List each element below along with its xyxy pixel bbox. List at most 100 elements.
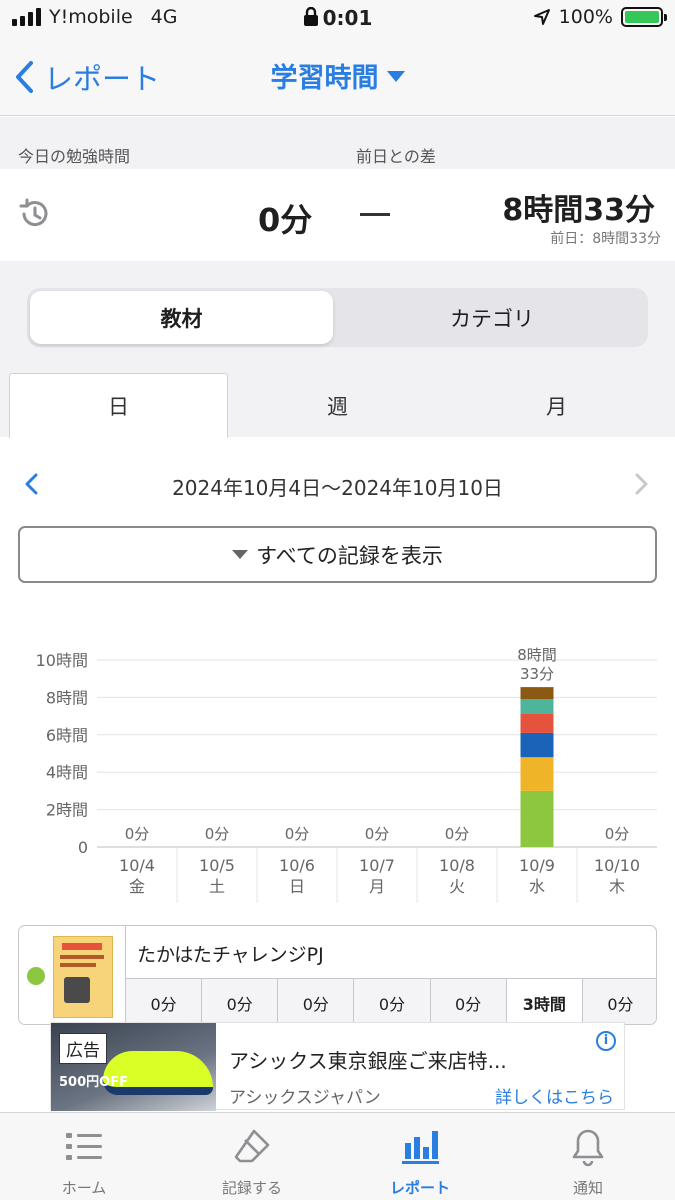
lock-icon <box>303 6 318 26</box>
y-tick-label: 8時間 <box>46 688 88 707</box>
bar-segment <box>520 790 554 847</box>
material-color-dot <box>27 967 45 985</box>
bar-total-label: 0分 <box>205 825 230 843</box>
x-tick-label: 10/4 <box>119 856 155 875</box>
segment-category[interactable]: カテゴリ <box>339 291 645 344</box>
bar-segment <box>520 699 554 714</box>
eraser-icon <box>234 1129 270 1163</box>
segment-material[interactable]: 教材 <box>30 291 333 344</box>
dash-divider <box>360 213 390 216</box>
tab-record[interactable]: 記録する <box>168 1113 336 1200</box>
x-tick-label: 10/5 <box>199 856 235 875</box>
bell-icon <box>572 1129 604 1167</box>
x-tick-label: 10/9 <box>519 856 555 875</box>
tab-home-label: ホーム <box>61 1179 107 1197</box>
period-tabs: 日 週 月 <box>0 373 675 438</box>
weekday-label: 水 <box>529 877 545 896</box>
weekday-label: 土 <box>209 877 225 896</box>
bar-total-label: 0分 <box>605 825 630 843</box>
history-clock-icon <box>19 198 48 227</box>
bar-total-label: 0分 <box>445 825 470 843</box>
list-icon <box>66 1133 102 1160</box>
ad-banner[interactable]: 広告 500円OFF アシックス東京銀座ご来店特... アシックスジャパン 詳し… <box>50 1022 625 1111</box>
show-all-label: すべての記録を表示 <box>256 543 443 568</box>
material-daily-grid: 0分 0分 0分 0分 0分 3時間 0分 <box>126 978 656 1024</box>
next-range-button[interactable] <box>633 473 651 495</box>
tab-week[interactable]: 週 <box>228 373 447 438</box>
material-thumbnail <box>53 936 113 1018</box>
tab-record-label: 記録する <box>221 1179 282 1197</box>
ad-promo: 500円OFF <box>59 1075 128 1090</box>
ad-sponsor: アシックスジャパン <box>229 1088 381 1108</box>
tab-report-label: レポート <box>389 1179 450 1197</box>
battery-icon <box>621 7 667 27</box>
tab-notifications-label: 通知 <box>572 1179 603 1197</box>
bar-total-label: 0分 <box>125 825 150 843</box>
bar-segment <box>520 757 554 791</box>
weekday-label: 木 <box>609 877 625 896</box>
diff-label: 前日との差 <box>356 147 436 166</box>
metric-selector[interactable]: 学習時間 <box>0 56 675 95</box>
today-label: 今日の勉強時間 <box>18 147 131 166</box>
date-range: 2024年10月4日〜2024年10月10日 <box>172 476 503 500</box>
bar-chart-icon <box>402 1131 439 1164</box>
daily-cell: 3時間 <box>506 979 583 1024</box>
clock-time: 0:01 <box>322 6 373 30</box>
nav-bar: レポート 学習時間 <box>0 36 675 116</box>
daily-cell: 0分 <box>278 979 355 1024</box>
ad-tag: 広告 <box>59 1033 107 1064</box>
x-tick-label: 10/8 <box>439 856 475 875</box>
daily-cell: 0分 <box>582 979 656 1024</box>
bar-total-label: 8時間 <box>517 646 557 664</box>
chart-svg: 0 2時間 4時間 6時間 8時間 10時間 0分 10/4 金 0分 10/5 土 0分 10/6 日 0分… <box>36 646 657 903</box>
summary-row: 0分 8時間33分 前日：8時間33分 <box>0 169 675 261</box>
x-tick-label: 10/6 <box>279 856 315 875</box>
tab-day[interactable]: 日 <box>9 373 228 438</box>
weekday-label: 月 <box>369 877 385 896</box>
caret-down-icon <box>386 71 405 82</box>
location-arrow-icon <box>533 9 550 25</box>
diff-value: 8時間33分 <box>502 193 655 228</box>
battery-percent: 100% <box>558 6 613 28</box>
study-time-chart: 0 2時間 4時間 6時間 8時間 10時間 0分 10/4 金 0分 10/5 土 0分 10/6 日 0分… <box>0 620 675 910</box>
x-tick-label: 10/10 <box>594 856 640 875</box>
bar-total-label: 0分 <box>365 825 390 843</box>
bar-total-label: 33分 <box>520 665 554 683</box>
y-tick-label: 10時間 <box>36 651 88 670</box>
today-study-time: 0分 <box>258 201 313 239</box>
y-tick-label: 0 <box>78 838 88 857</box>
summary-header: 今日の勉強時間 前日との差 <box>0 117 675 169</box>
ad-details-link[interactable]: 詳しくはこちら <box>495 1083 614 1108</box>
y-tick-label: 6時間 <box>46 726 88 745</box>
weekday-label: 金 <box>129 877 145 896</box>
material-title: たかはたチャレンジPJ <box>137 944 324 966</box>
tab-home[interactable]: ホーム <box>0 1113 168 1200</box>
tab-notifications[interactable]: 通知 <box>504 1113 672 1200</box>
y-tick-label: 4時間 <box>46 763 88 782</box>
y-tick-label: 2時間 <box>46 801 88 820</box>
tab-bar: ホーム 記録する レポート 通知 <box>0 1112 675 1200</box>
daily-cell: 0分 <box>126 979 203 1024</box>
daily-cell: 0分 <box>430 979 507 1024</box>
daily-cell: 0分 <box>354 979 431 1024</box>
bar-segment <box>520 687 554 700</box>
triangle-down-icon <box>232 550 249 559</box>
info-icon[interactable]: i <box>596 1031 616 1051</box>
bar-total-label: 0分 <box>285 825 310 843</box>
x-tick-label: 10/7 <box>359 856 395 875</box>
tab-report[interactable]: レポート <box>336 1113 504 1200</box>
tab-month[interactable]: 月 <box>447 373 666 438</box>
show-all-records-button[interactable]: すべての記録を表示 <box>18 526 657 583</box>
segmented-control: 教材 カテゴリ <box>27 288 648 347</box>
weekday-label: 日 <box>289 877 305 896</box>
page-title: 学習時間 <box>270 63 379 94</box>
prev-day-note: 前日：8時間33分 <box>550 231 661 247</box>
bar-segment <box>520 732 554 758</box>
material-card[interactable]: たかはたチャレンジPJ 0分 0分 0分 0分 0分 3時間 0分 <box>18 925 657 1025</box>
ad-image: 広告 500円OFF <box>51 1023 216 1111</box>
bar-segment <box>520 713 554 733</box>
daily-cell: 0分 <box>202 979 279 1024</box>
status-bar: Y!mobile 4G 0:01 100% <box>0 0 675 36</box>
weekday-label: 火 <box>449 877 465 896</box>
ad-title: アシックス東京銀座ご来店特... <box>229 1049 507 1073</box>
